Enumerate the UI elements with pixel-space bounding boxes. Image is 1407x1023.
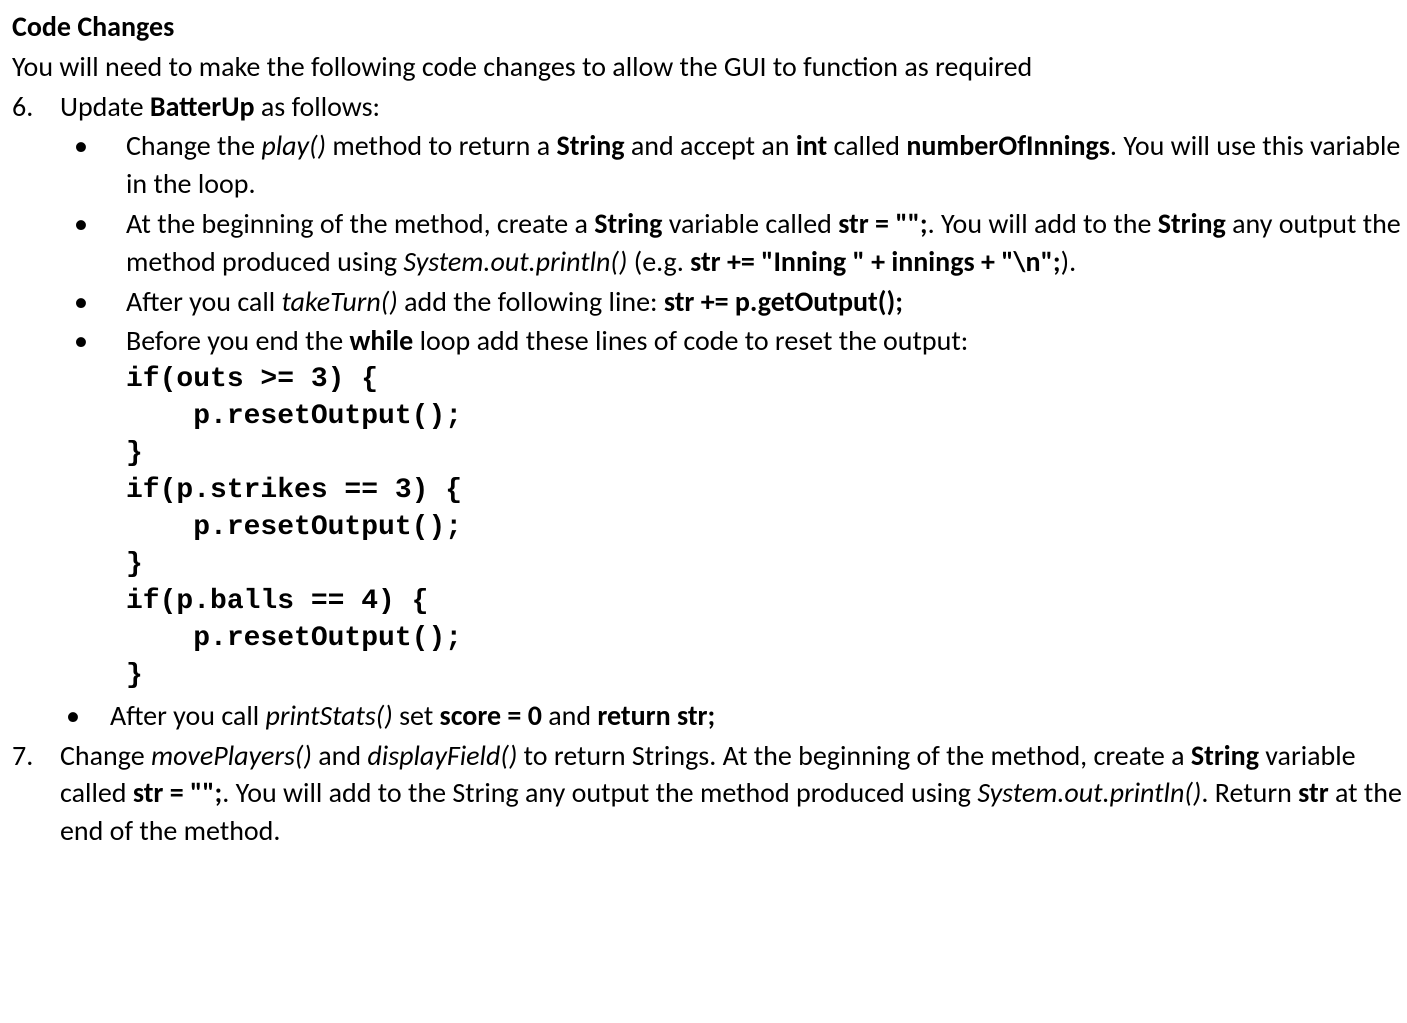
numbered-list: 6. Update BatterUp as follows: • Change … [12,88,1407,850]
method-name: displayField() [367,738,517,773]
code-inline: str = ""; [838,206,927,241]
text: Change the [126,128,261,163]
bullet-item: • Before you end the while loop add thes… [60,322,1407,360]
text: to return Strings. At the beginning of t… [517,738,1191,773]
text: ). [1061,244,1077,279]
method-name: movePlayers() [151,738,312,773]
text: Update [60,89,150,124]
list-body: Change movePlayers() and displayField() … [60,737,1407,850]
code-inline: score = 0 [440,698,542,733]
bullet-marker: • [60,205,126,243]
bullet-item: • After you call takeTurn() add the foll… [60,283,1407,321]
code-inline: str += p.getOutput(); [664,284,903,319]
text: After you call [126,284,282,319]
type-name: String [594,206,662,241]
text: and [542,698,598,733]
text: At the beginning of the method, create a [126,206,594,241]
method-name: System.out.println() [403,244,627,279]
intro-text: You will need to make the following code… [12,48,1407,86]
bullet-marker: • [60,697,110,735]
text: . You will add to the [928,206,1158,241]
text: loop add these lines of code to reset th… [413,323,968,358]
bullet-marker: • [60,322,126,360]
code-inline: return str; [597,698,715,733]
text: . Return [1201,775,1298,810]
text: set [393,698,440,733]
bullet-body: After you call printStats() set score = … [110,697,1407,735]
code-inline: str = ""; [133,775,222,810]
list-marker: 6. [12,88,60,126]
text: (e.g. [627,244,690,279]
text: as follows: [255,89,380,124]
text: and [312,738,368,773]
type-name: String [1191,738,1259,773]
text: called [827,128,906,163]
code-block: if(outs >= 3) { p.resetOutput(); } if(p.… [126,362,1407,695]
keyword: while [349,323,413,358]
text: and accept an [625,128,796,163]
text: . You will add to the String any output … [222,775,977,810]
class-name: BatterUp [150,89,255,124]
list-body: Update BatterUp as follows: • Change the… [60,88,1407,735]
type-name: String [556,128,624,163]
text: Change [60,738,151,773]
text: variable called [662,206,838,241]
text: After you call [110,698,266,733]
method-name: System.out.println() [977,775,1201,810]
bullet-body: Change the play() method to return a Str… [126,127,1407,203]
text: add the following line: [398,284,664,319]
type-name: String [1158,206,1226,241]
var-name: numberOfInnings [906,128,1110,163]
type-name: int [796,128,827,163]
item6-lead: Update BatterUp as follows: [60,88,1407,126]
bullet-item: • After you call printStats() set score … [60,697,1407,735]
text: Before you end the [126,323,349,358]
section-heading: Code Changes [12,8,1407,46]
bullet-body: At the beginning of the method, create a… [126,205,1407,281]
list-marker: 7. [12,737,60,775]
method-name: printStats() [266,698,393,733]
text: method to return a [326,128,556,163]
method-name: takeTurn() [282,284,398,319]
var-name: str [1298,775,1329,810]
bullet-item: • At the beginning of the method, create… [60,205,1407,281]
bullet-body: After you call takeTurn() add the follow… [126,283,1407,321]
bullet-marker: • [60,283,126,321]
code-inline: str += "Inning " + innings + "\n"; [690,244,1060,279]
list-item-6: 6. Update BatterUp as follows: • Change … [12,88,1407,735]
bullet-body: Before you end the while loop add these … [126,322,1407,360]
bullet-marker: • [60,127,126,165]
list-item-7: 7. Change movePlayers() and displayField… [12,737,1407,850]
method-name: play() [261,128,326,163]
bullet-item: • Change the play() method to return a S… [60,127,1407,203]
